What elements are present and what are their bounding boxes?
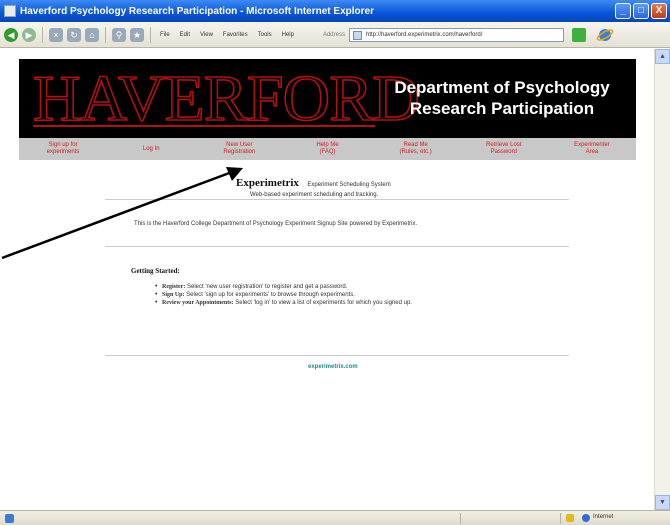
experimetrix-link[interactable]: experimetrix.com [308, 364, 358, 370]
step-label: Register: [162, 284, 186, 290]
menu-view[interactable]: View [200, 32, 213, 38]
site-banner: HAVERFORD Department of Psychology Resea… [19, 59, 636, 138]
divider [105, 199, 569, 200]
favorites-icon[interactable]: ★ [130, 27, 144, 42]
nav-help-faq[interactable]: Help Me (FAQ) [283, 142, 371, 156]
address-value: http://haverford.experimetrix.com/haverf… [365, 31, 483, 38]
menu-file[interactable]: File [160, 32, 170, 38]
status-divider [460, 513, 461, 524]
step-label: Sign Up: [162, 292, 185, 298]
status-divider [560, 513, 561, 524]
window-titlebar[interactable]: Haverford Psychology Research Participat… [0, 0, 670, 22]
nav-sign-up[interactable]: Sign up for experiments [19, 142, 107, 156]
back-arrow-icon[interactable]: ◀ [4, 27, 18, 42]
window-controls: _ □ X [615, 3, 667, 19]
nav-experimenter-area[interactable]: Experimenter Area [548, 142, 636, 156]
go-button[interactable] [571, 27, 586, 42]
intro-text: This is the Haverford College Department… [134, 221, 418, 227]
toolbar-separator [105, 26, 106, 43]
toolbar-separator [150, 26, 151, 43]
divider [105, 246, 569, 247]
menu-edit[interactable]: Edit [180, 32, 190, 38]
step-text: Select 'new user registration' to regist… [185, 284, 348, 290]
nav-new-user-registration[interactable]: New User Registration [195, 142, 283, 156]
list-item: Register: Select 'new user registration'… [155, 283, 505, 291]
security-zone: Internet [593, 514, 614, 520]
logo-underline [33, 125, 375, 127]
nav-retrieve-password[interactable]: Retrieve Lost Password [460, 142, 548, 156]
browser-viewport: HAVERFORD Department of Psychology Resea… [0, 49, 670, 510]
product-tagline: Experiment Scheduling System [307, 182, 391, 188]
site-nav: Sign up for experiments Log In New User … [19, 138, 636, 160]
browser-toolbar: ◀ ▶ × ↻ ⌂ ⚲ ★ File Edit View Favorites T… [0, 22, 670, 48]
scroll-up-icon[interactable]: ▲ [655, 49, 670, 64]
product-header: Experimetrix Experiment Scheduling Syste… [236, 173, 536, 198]
status-bar: Internet [0, 510, 670, 525]
minimize-button[interactable]: _ [615, 3, 631, 19]
globe-icon [582, 514, 590, 522]
ie-app-icon [4, 5, 16, 17]
ie-logo-icon [596, 28, 614, 41]
department-line-2: Research Participation [409, 99, 595, 118]
department-line-1: Department of Psychology [394, 78, 610, 97]
home-icon[interactable]: ⌂ [85, 27, 99, 42]
nav-read-me[interactable]: Read Me (Rules, etc.) [372, 142, 460, 156]
step-label: Review your Appointments: [162, 300, 234, 306]
page-status-icon [5, 514, 14, 523]
window-title: Haverford Psychology Research Participat… [20, 5, 374, 17]
page-icon [352, 30, 362, 40]
toolbar-separator [42, 26, 43, 43]
forward-arrow-icon[interactable]: ▶ [22, 27, 36, 42]
list-item: Review your Appointments: Select 'log in… [155, 299, 505, 307]
nav-log-in[interactable]: Log In [107, 146, 195, 153]
menu-tools[interactable]: Tools [258, 32, 272, 38]
department-title: Department of Psychology Research Partic… [382, 77, 622, 119]
vertical-scrollbar[interactable]: ▲ ▼ [654, 49, 670, 510]
product-name: Experimetrix [236, 177, 299, 189]
address-label: Address [322, 31, 345, 38]
menu-favorites[interactable]: Favorites [223, 32, 248, 38]
step-text: Select 'log in' to view a list of experi… [233, 300, 412, 306]
stop-icon[interactable]: × [49, 27, 63, 42]
maximize-button[interactable]: □ [633, 3, 649, 19]
getting-started-title: Getting Started: [131, 267, 180, 275]
divider [105, 355, 569, 356]
lock-icon [566, 514, 574, 522]
refresh-icon[interactable]: ↻ [67, 27, 81, 42]
menu-help[interactable]: Help [282, 32, 294, 38]
scroll-down-icon[interactable]: ▼ [655, 495, 670, 510]
step-text: Select 'sign up for experiments' to brow… [184, 292, 355, 298]
product-subtitle: Web-based experiment scheduling and trac… [250, 192, 379, 198]
search-icon[interactable]: ⚲ [112, 27, 126, 42]
address-input[interactable]: http://haverford.experimetrix.com/haverf… [348, 27, 564, 42]
list-item: Sign Up: Select 'sign up for experiments… [155, 291, 505, 299]
close-button[interactable]: X [651, 3, 667, 19]
haverford-logo: HAVERFORD [32, 62, 420, 135]
getting-started-list: Register: Select 'new user registration'… [155, 283, 505, 307]
